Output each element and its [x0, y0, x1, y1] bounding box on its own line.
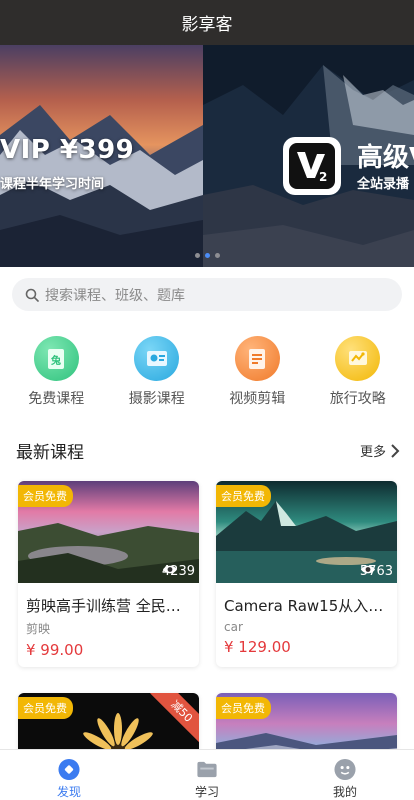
v2-logo: 2 [283, 137, 341, 195]
eye-icon [162, 565, 177, 574]
tab-study[interactable]: 学习 [138, 750, 276, 800]
folder-icon [197, 761, 217, 778]
banner-vip-subtitle: 课程半年学习时间 [0, 177, 105, 192]
member-free-badge: 会员免费 [216, 697, 271, 719]
category-label: 免费课程 [28, 391, 85, 407]
category-video-edit[interactable]: 视频剪辑 [212, 336, 302, 408]
course-title: 剪映高手训练营 全民… [26, 597, 181, 615]
video-edit-icon [234, 336, 280, 381]
category-grid: 兔 免费课程 摄影课程 视频剪辑 旅行攻略 [0, 336, 414, 408]
tab-discover[interactable]: 发现 [0, 750, 138, 800]
course-thumbnail: 会员免费 4239 [18, 481, 199, 583]
member-free-badge: 会员免费 [216, 485, 271, 507]
bottom-tab-bar: 发现 学习 我的 [0, 749, 414, 800]
chevron-right-icon [391, 443, 400, 458]
photo-course-icon [134, 336, 180, 381]
discover-icon [58, 758, 80, 781]
tab-label: 我的 [332, 785, 357, 799]
profile-icon [334, 758, 356, 781]
category-photo-course[interactable]: 摄影课程 [112, 336, 202, 408]
search-placeholder: 搜索课程、班级、题库 [45, 287, 185, 304]
carousel-dot[interactable] [194, 253, 200, 258]
app-title: 影享客 [181, 15, 233, 35]
category-label: 视频剪辑 [229, 391, 286, 407]
tab-label: 学习 [194, 785, 219, 799]
category-label: 旅行攻略 [329, 391, 386, 407]
travel-guide-icon [335, 336, 381, 381]
banner-carousel[interactable]: VIP ¥399 课程半年学习时间 2 高级V [0, 45, 414, 267]
category-free-course[interactable]: 兔 免费课程 [11, 336, 101, 408]
view-count: 4239 [162, 564, 195, 579]
category-travel-guide[interactable]: 旅行攻略 [313, 336, 403, 408]
banner-slide-right[interactable]: 2 高级V 全站录播 [203, 45, 414, 267]
tab-mine[interactable]: 我的 [276, 750, 414, 800]
carousel-dots [0, 253, 414, 258]
app-root: 影享客 VIP ¥399 课程半年学习时间 2 高级 全站录播 搜索课程、班级、… [0, 0, 414, 800]
section-title: 最新课程 [16, 443, 84, 463]
view-count: 5763 [360, 564, 393, 579]
search-bar[interactable]: 搜索课程、班级、题库 [12, 278, 402, 311]
member-free-badge: 会员免费 [18, 485, 73, 507]
banner-slide-left[interactable]: VIP ¥399 课程半年学习时间 [0, 45, 203, 267]
eye-icon [360, 565, 375, 574]
svg-text:兔: 兔 [50, 354, 61, 367]
course-category: 剪映 [26, 622, 51, 636]
search-icon [25, 288, 39, 302]
latest-courses-header: 最新课程 更多 [16, 438, 400, 463]
category-label: 摄影课程 [128, 391, 185, 407]
course-price: ¥ 99.00 [26, 641, 84, 659]
free-course-icon: 兔 [33, 336, 79, 381]
banner-vip-title: VIP ¥399 [0, 135, 135, 165]
title-bar: 影享客 [0, 0, 414, 45]
carousel-dot-active[interactable] [204, 253, 210, 258]
course-card[interactable]: 会员免费 5763 Camera Raw15从入… car ¥ 129.00 [216, 481, 397, 667]
course-card[interactable]: 会员免费 4239 剪映高手训练营 全民… 剪映 ¥ 99.00 [18, 481, 199, 667]
course-category: car [224, 620, 243, 634]
banner-advanced-title: 高级V [357, 143, 414, 173]
banner-advanced-subtitle: 全站录播 [357, 177, 410, 192]
course-price: ¥ 129.00 [224, 638, 291, 656]
carousel-dot[interactable] [214, 253, 220, 258]
course-thumbnail: 会员免费 5763 [216, 481, 397, 583]
svg-text:2: 2 [319, 170, 327, 184]
member-free-badge: 会员免费 [18, 697, 73, 719]
course-title: Camera Raw15从入… [224, 597, 384, 615]
tab-label: 发现 [56, 785, 81, 799]
more-link[interactable]: 更多 [360, 441, 400, 460]
more-label: 更多 [359, 445, 386, 460]
